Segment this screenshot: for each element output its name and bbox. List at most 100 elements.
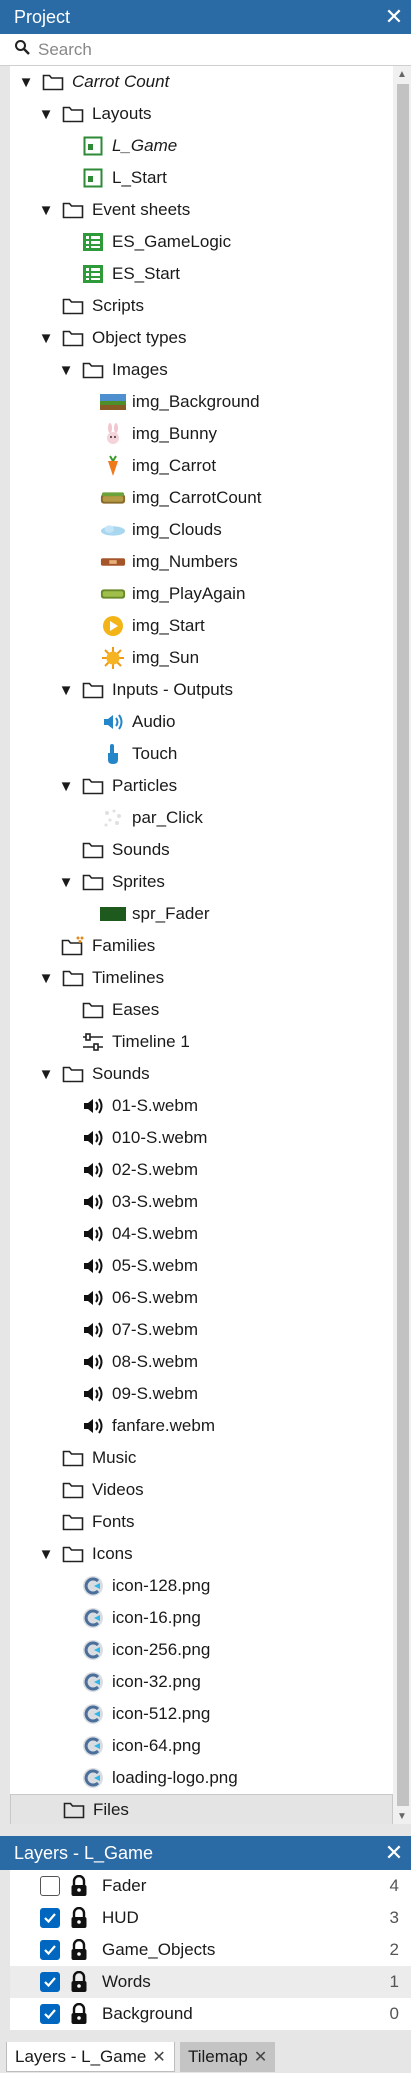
tree-item[interactable]: ▼L_Start bbox=[10, 162, 393, 194]
tree-item[interactable]: ▼ Icons bbox=[10, 1538, 393, 1570]
tree-item[interactable]: ▼L_Game bbox=[10, 130, 393, 162]
tree-item[interactable]: ▼img_PlayAgain bbox=[10, 578, 393, 610]
lock-icon[interactable] bbox=[68, 1970, 90, 1994]
tree-item[interactable]: ▼icon-64.png bbox=[10, 1730, 393, 1762]
tree-item[interactable]: ▼Families bbox=[10, 930, 393, 962]
expand-arrow-icon[interactable]: ▼ bbox=[36, 106, 56, 123]
layer-row[interactable]: Words 1 bbox=[10, 1966, 411, 1998]
tree-item[interactable]: ▼ Particles bbox=[10, 770, 393, 802]
tree-item[interactable]: ▼Files bbox=[10, 1794, 393, 1824]
expand-arrow-icon[interactable]: ▼ bbox=[36, 202, 56, 219]
tree-item-label: Files bbox=[93, 1800, 129, 1819]
families-folder-icon bbox=[60, 935, 86, 957]
layer-visible-checkbox[interactable] bbox=[40, 1876, 60, 1896]
expand-arrow-icon[interactable]: ▼ bbox=[56, 778, 76, 795]
search-input[interactable] bbox=[38, 39, 378, 60]
tree-item[interactable]: ▼ Inputs - Outputs bbox=[10, 674, 393, 706]
tree-item[interactable]: ▼Videos bbox=[10, 1474, 393, 1506]
project-scrollbar[interactable]: ▲ ▼ bbox=[393, 66, 411, 1824]
layers-close-icon[interactable]: ✕ bbox=[377, 1836, 411, 1870]
tree-item[interactable]: ▼04-S.webm bbox=[10, 1218, 393, 1250]
layer-row[interactable]: Background 0 bbox=[10, 1998, 411, 2030]
expand-arrow-icon[interactable]: ▼ bbox=[36, 970, 56, 987]
tree-item[interactable]: ▼loading-logo.png bbox=[10, 1762, 393, 1794]
tree-item[interactable]: ▼Music bbox=[10, 1442, 393, 1474]
layer-visible-checkbox[interactable] bbox=[40, 1940, 60, 1960]
tree-item[interactable]: ▼ Timelines bbox=[10, 962, 393, 994]
tab-tilemap[interactable]: Tilemap ✕ bbox=[180, 2042, 276, 2072]
tree-item[interactable]: ▼icon-32.png bbox=[10, 1666, 393, 1698]
expand-arrow-icon[interactable]: ▼ bbox=[36, 1066, 56, 1083]
tree-item[interactable]: ▼icon-512.png bbox=[10, 1698, 393, 1730]
tree-item[interactable]: ▼ Layouts bbox=[10, 98, 393, 130]
scroll-up-arrow-icon[interactable]: ▲ bbox=[393, 66, 411, 82]
tree-item[interactable]: ▼img_Start bbox=[10, 610, 393, 642]
layer-visible-checkbox[interactable] bbox=[40, 1908, 60, 1928]
scroll-down-arrow-icon[interactable]: ▼ bbox=[393, 1808, 411, 1824]
tree-item-label: Icons bbox=[92, 1544, 133, 1563]
tree-item[interactable]: ▼img_Sun bbox=[10, 642, 393, 674]
scrollbar-thumb[interactable] bbox=[397, 84, 409, 1806]
expand-arrow-icon[interactable]: ▼ bbox=[56, 682, 76, 699]
tree-item[interactable]: ▼icon-16.png bbox=[10, 1602, 393, 1634]
expand-arrow-icon[interactable]: ▼ bbox=[16, 74, 36, 91]
lock-icon[interactable] bbox=[68, 1874, 90, 1898]
tab-layers[interactable]: Layers - L_Game ✕ bbox=[6, 2042, 175, 2072]
tree-item[interactable]: ▼Timeline 1 bbox=[10, 1026, 393, 1058]
tree-item[interactable]: ▼03-S.webm bbox=[10, 1186, 393, 1218]
tree-item[interactable]: ▼fanfare.webm bbox=[10, 1410, 393, 1442]
expand-arrow-icon[interactable]: ▼ bbox=[36, 330, 56, 347]
layer-row[interactable]: Fader 4 bbox=[10, 1870, 411, 1902]
tree-item[interactable]: ▼img_CarrotCount bbox=[10, 482, 393, 514]
tree-item[interactable]: ▼ Images bbox=[10, 354, 393, 386]
tree-item[interactable]: ▼06-S.webm bbox=[10, 1282, 393, 1314]
lock-icon[interactable] bbox=[68, 1938, 90, 1962]
tree-item[interactable]: ▼09-S.webm bbox=[10, 1378, 393, 1410]
tree-item[interactable]: ▼ES_GameLogic bbox=[10, 226, 393, 258]
tree-item[interactable]: ▼Sounds bbox=[10, 1058, 393, 1090]
tree-item[interactable]: ▼Fonts bbox=[10, 1506, 393, 1538]
layer-row[interactable]: HUD 3 bbox=[10, 1902, 411, 1934]
tree-item[interactable]: ▼05-S.webm bbox=[10, 1250, 393, 1282]
tree-item[interactable]: ▼Audio bbox=[10, 706, 393, 738]
tree-item[interactable]: ▼010-S.webm bbox=[10, 1122, 393, 1154]
tree-item[interactable]: ▼ Sprites bbox=[10, 866, 393, 898]
tree-item[interactable]: ▼par_Click bbox=[10, 802, 393, 834]
tree-item[interactable]: ▼Scripts bbox=[10, 290, 393, 322]
lock-icon[interactable] bbox=[68, 1906, 90, 1930]
expand-arrow-icon[interactable]: ▼ bbox=[56, 362, 76, 379]
tree-item[interactable]: ▼icon-128.png bbox=[10, 1570, 393, 1602]
tree-item[interactable]: ▼img_Numbers bbox=[10, 546, 393, 578]
tree-item[interactable]: ▼icon-256.png bbox=[10, 1634, 393, 1666]
tree-item[interactable]: ▼Sounds bbox=[10, 834, 393, 866]
layer-row[interactable]: Game_Objects 2 bbox=[10, 1934, 411, 1966]
layout-icon bbox=[80, 135, 106, 157]
tree-item[interactable]: ▼img_Carrot bbox=[10, 450, 393, 482]
expand-arrow-icon[interactable]: ▼ bbox=[36, 1546, 56, 1563]
tree-item[interactable]: ▼Touch bbox=[10, 738, 393, 770]
tree-item[interactable]: ▼img_Clouds bbox=[10, 514, 393, 546]
tree-item-label: img_Clouds bbox=[132, 520, 222, 539]
tree-item[interactable]: ▼ Carrot Count bbox=[10, 66, 393, 98]
expand-arrow-icon[interactable]: ▼ bbox=[56, 874, 76, 891]
tree-item-label: Images bbox=[112, 360, 168, 379]
tree-item[interactable]: ▼ Object types bbox=[10, 322, 393, 354]
tree-item[interactable]: ▼01-S.webm bbox=[10, 1090, 393, 1122]
tree-item[interactable]: ▼ Event sheets bbox=[10, 194, 393, 226]
tree-item[interactable]: ▼08-S.webm bbox=[10, 1346, 393, 1378]
tree-item[interactable]: ▼Eases bbox=[10, 994, 393, 1026]
tree-item-label: Audio bbox=[132, 712, 176, 731]
tree-item[interactable]: ▼img_Background bbox=[10, 386, 393, 418]
tree-item[interactable]: ▼ES_Start bbox=[10, 258, 393, 290]
tab-layers-close-icon[interactable]: ✕ bbox=[152, 2047, 165, 2067]
lock-icon[interactable] bbox=[68, 2002, 90, 2026]
tree-item[interactable]: ▼spr_Fader bbox=[10, 898, 393, 930]
layer-visible-checkbox[interactable] bbox=[40, 2004, 60, 2024]
tree-item[interactable]: ▼02-S.webm bbox=[10, 1154, 393, 1186]
layers-panel-title: Layers - L_Game bbox=[14, 1842, 154, 1863]
tree-item[interactable]: ▼img_Bunny bbox=[10, 418, 393, 450]
tree-item[interactable]: ▼07-S.webm bbox=[10, 1314, 393, 1346]
project-close-icon[interactable]: ✕ bbox=[377, 0, 411, 34]
layer-visible-checkbox[interactable] bbox=[40, 1972, 60, 1992]
tab-tilemap-close-icon[interactable]: ✕ bbox=[254, 2047, 267, 2067]
